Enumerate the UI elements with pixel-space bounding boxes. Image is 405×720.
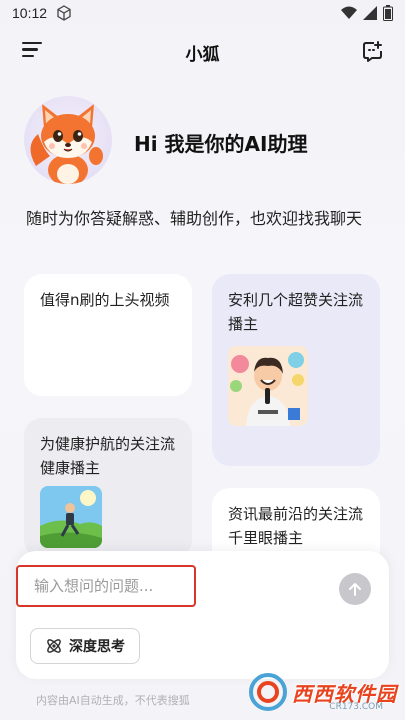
suggestion-card-text: 资讯最前沿的关注流千里眼播主 <box>228 505 364 547</box>
streamer-thumbnail <box>228 346 308 426</box>
atom-icon <box>47 639 61 653</box>
app-header: 小狐 <box>0 34 405 70</box>
intro-text: 随时为你答疑解惑、辅助创作，也欢迎找我聊天 <box>26 209 363 228</box>
watermark-logo-icon <box>249 673 287 711</box>
status-bar: 10:12 <box>0 0 405 28</box>
suggestion-card-text: 安利几个超赞关注流播主 <box>228 291 364 333</box>
signal-icon <box>363 6 377 20</box>
wifi-icon <box>341 6 357 19</box>
streamer-illustration-icon <box>228 346 308 426</box>
site-watermark: 西西软件园 CR173.COM <box>248 672 397 712</box>
status-icons <box>341 5 393 21</box>
input-panel: 深度思考 <box>16 551 389 679</box>
fox-avatar <box>24 96 112 184</box>
new-chat-icon[interactable] <box>361 40 385 64</box>
cube-icon <box>57 5 71 21</box>
ai-disclaimer: 内容由AI自动生成，不代表搜狐 <box>36 694 190 707</box>
question-input[interactable] <box>16 565 196 607</box>
fox-mascot-icon <box>30 104 103 184</box>
send-button[interactable] <box>339 573 371 605</box>
status-time: 10:12 <box>12 5 48 21</box>
suggestion-card[interactable]: 为健康护航的关注流健康播主 <box>24 418 192 558</box>
suggestion-card[interactable]: 安利几个超赞关注流播主 <box>212 274 380 466</box>
watermark-sub: CR173.COM <box>329 702 383 712</box>
suggestion-card-text: 值得n刷的上头视频 <box>40 291 170 309</box>
runner-illustration-icon <box>40 486 102 548</box>
suggestion-card-text: 为健康护航的关注流健康播主 <box>40 435 176 477</box>
suggestion-card[interactable]: 值得n刷的上头视频 <box>24 274 192 396</box>
arrow-up-icon <box>349 583 361 596</box>
deep-think-label: 深度思考 <box>69 639 125 655</box>
greeting-text: Hi 我是你的AI助理 <box>134 132 308 156</box>
runner-thumbnail <box>40 486 102 548</box>
battery-icon <box>383 5 393 21</box>
deep-think-button[interactable]: 深度思考 <box>30 628 140 664</box>
page-title: 小狐 <box>185 45 220 65</box>
